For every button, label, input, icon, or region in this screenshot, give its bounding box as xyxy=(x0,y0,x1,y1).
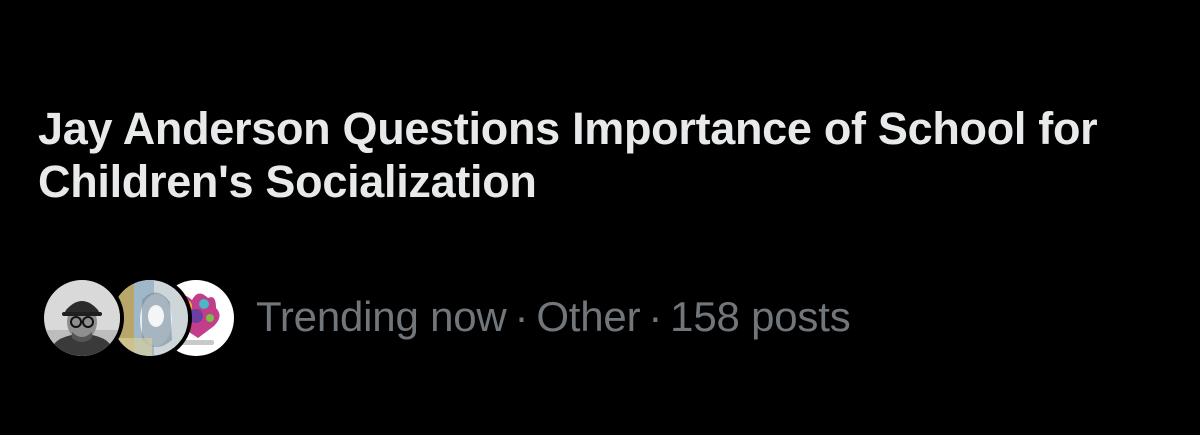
avatar xyxy=(40,276,124,360)
trend-headline[interactable]: Jay Anderson Questions Importance of Sch… xyxy=(38,102,1158,208)
profile-photo-man-with-cap-icon xyxy=(44,280,120,356)
post-count: 158 posts xyxy=(670,293,851,340)
trend-category: Other xyxy=(536,293,641,340)
trend-status: Trending now xyxy=(256,293,507,340)
trend-meta: Trending now · Other · 158 posts xyxy=(256,292,851,342)
avatar-stack[interactable] xyxy=(40,272,240,362)
separator-dot: · xyxy=(514,293,529,340)
separator-dot: · xyxy=(648,293,663,340)
trend-card[interactable]: Jay Anderson Questions Importance of Sch… xyxy=(0,0,1200,435)
trend-meta-row: Trending now · Other · 158 posts xyxy=(40,272,851,362)
